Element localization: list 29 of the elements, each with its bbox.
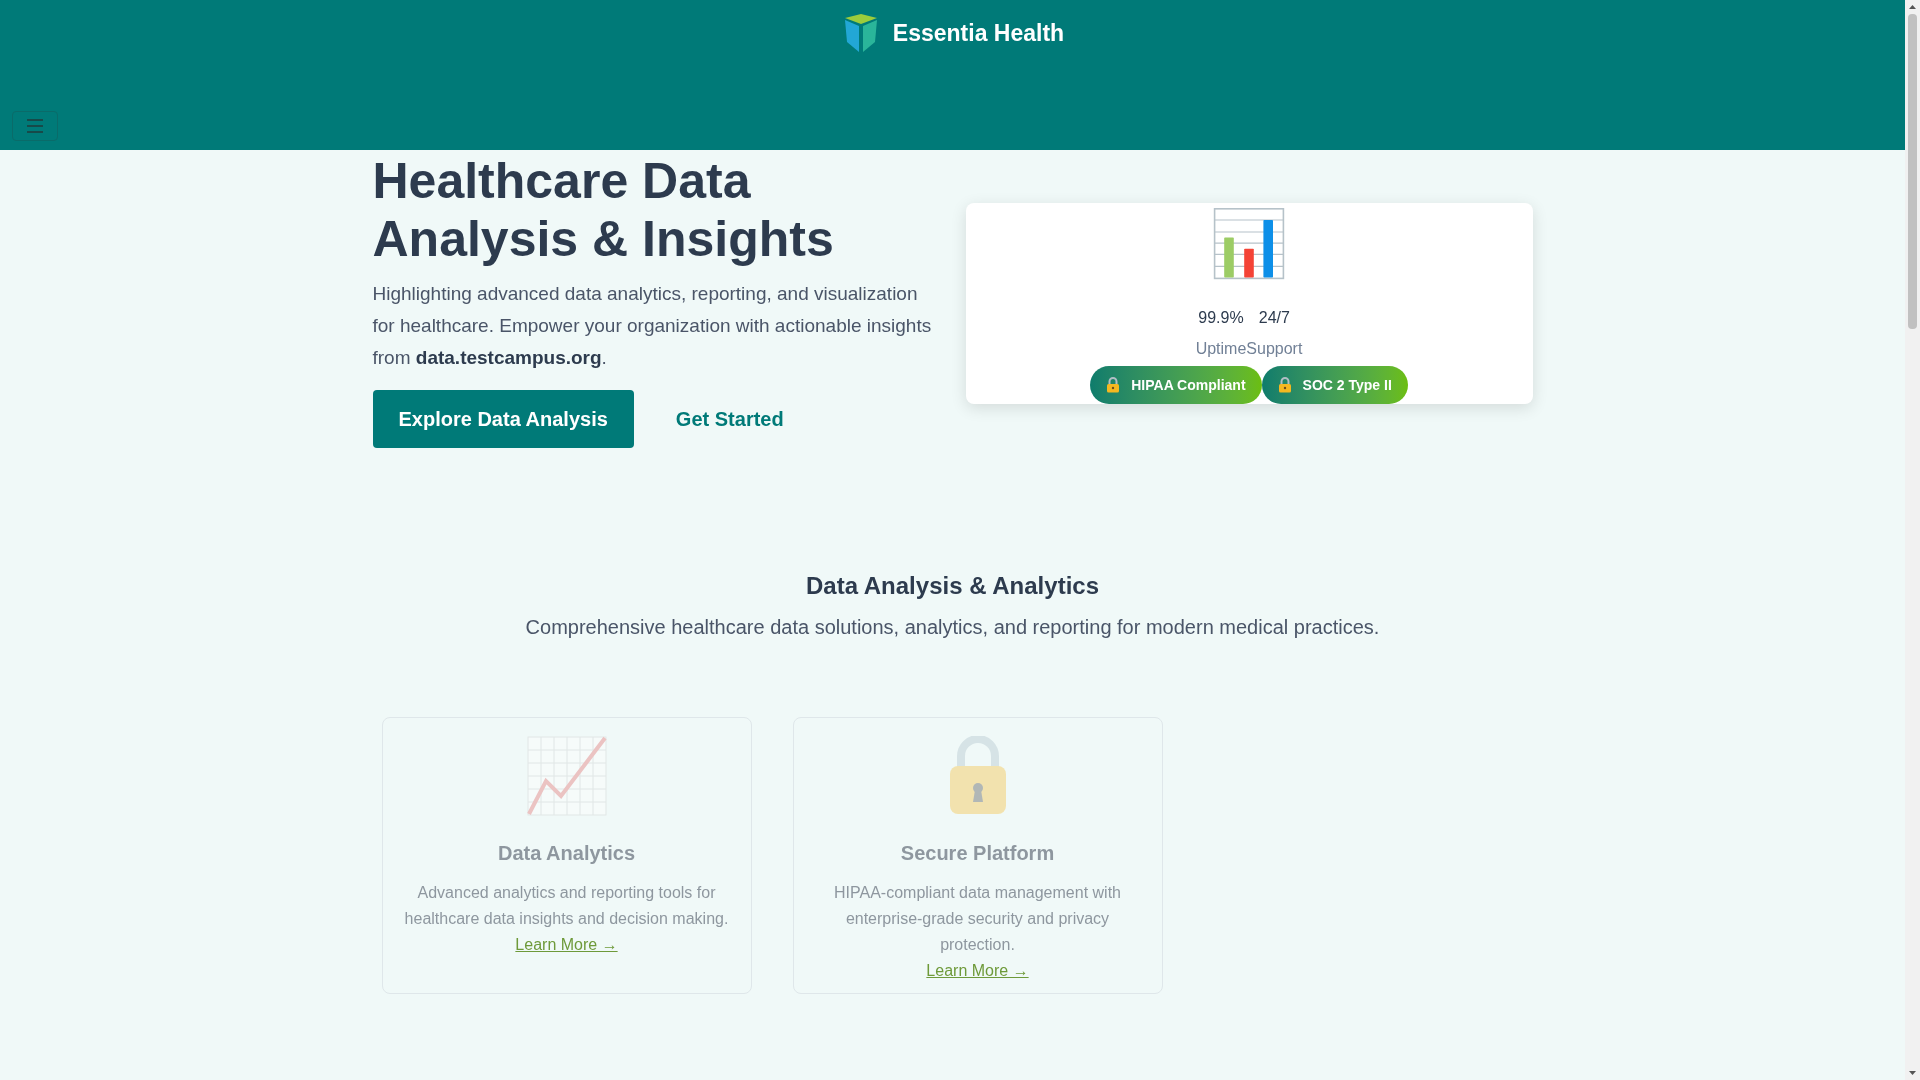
lock-icon [1277, 377, 1292, 393]
explore-button[interactable]: Explore Data Analysis [372, 390, 634, 448]
padlock-icon [947, 736, 1008, 816]
lock-icon [1106, 377, 1121, 393]
scrollbar[interactable] [1905, 0, 1920, 1080]
menu-button[interactable] [12, 111, 58, 141]
scroll-down-icon[interactable] [1908, 1068, 1917, 1077]
section-subtitle: Comprehensive healthcare data solutions, analytics, and reporting for modern medical practices. [525, 615, 1380, 640]
scroll-thumb[interactable] [1908, 14, 1917, 329]
brand-name[interactable]: Essentia Health [892, 15, 1065, 51]
stat-label: Uptime [1195, 339, 1247, 359]
stat-value: 24/7 [1258, 308, 1290, 328]
section-title: Data Analysis & Analytics [806, 571, 1099, 601]
hero-title: Healthcare Data Analysis & Insights [372, 152, 835, 268]
get-started-link[interactable]: Get Started [653, 390, 806, 448]
learn-more-link[interactable]: Learn More → [515, 932, 618, 958]
stat-value: 99.9% [1198, 308, 1244, 328]
trend-chart-icon [526, 736, 607, 816]
badge-label: HIPAA Compliant [1131, 375, 1246, 395]
badge-label: SOC 2 Type II [1302, 375, 1392, 395]
feature-description: HIPAA-compliant data management with enterprise-grade security and privacy protection. [833, 883, 1122, 955]
feature-description: Advanced analytics and reporting tools for healthcare data insights and decision making. [403, 883, 730, 929]
menu-icon [26, 119, 44, 133]
feature-title: Data Analytics [497, 841, 636, 866]
scroll-up-icon[interactable] [1908, 3, 1917, 12]
feature-title: Secure Platform [900, 841, 1055, 866]
learn-more-link[interactable]: Learn More → [926, 958, 1029, 984]
hero-description: Highlighting advanced data analytics, reporting, and visualization for healthcare. Empower your organization with actionable insights from data.testcampus.org. [372, 282, 933, 370]
stat-label: Support [1246, 339, 1303, 359]
